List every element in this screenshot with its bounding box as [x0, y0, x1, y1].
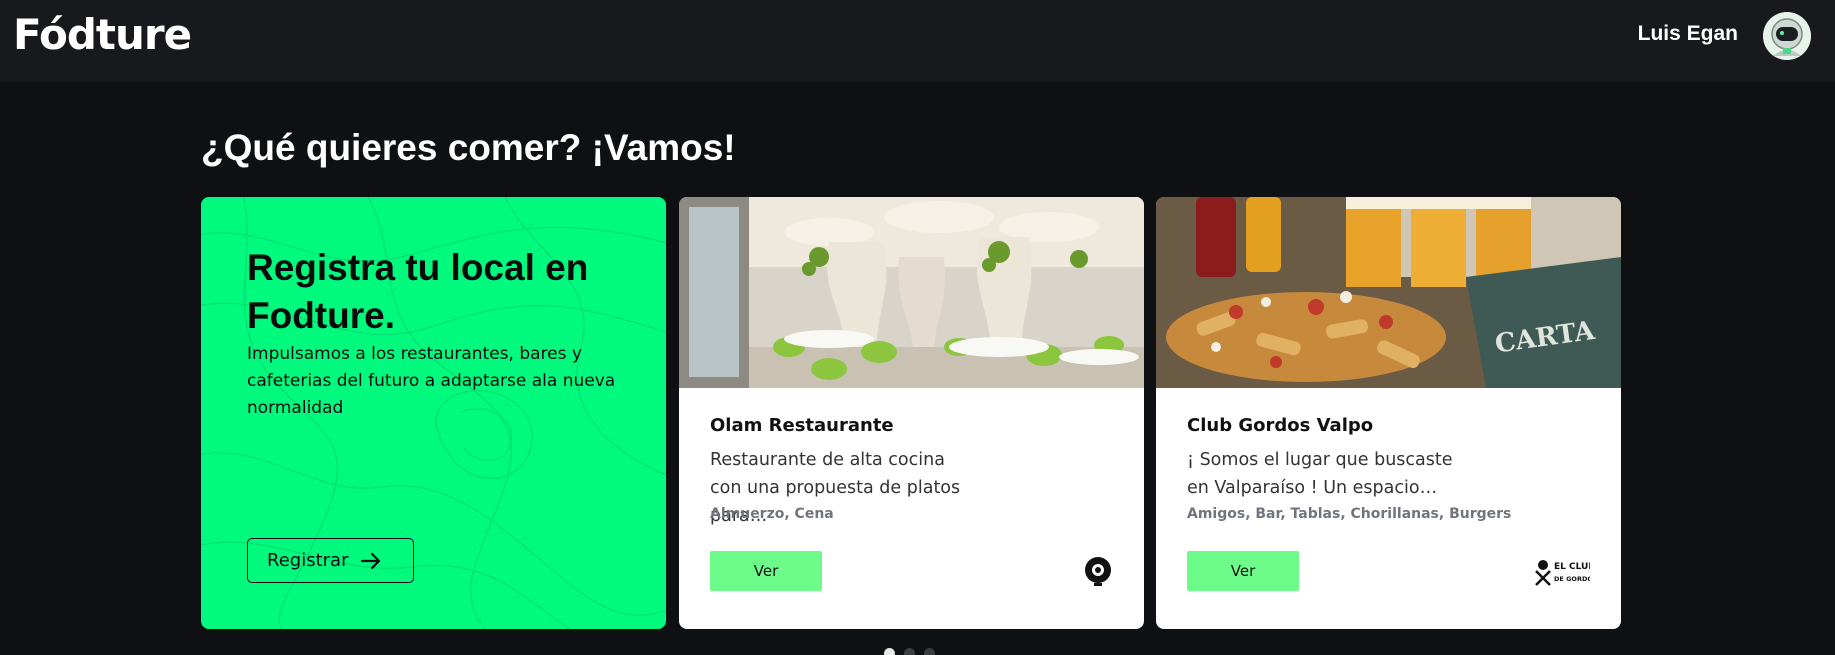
- restaurant-card[interactable]: Olam Restaurante Restaurante de alta coc…: [679, 197, 1144, 629]
- page-heading: ¿Qué quieres comer? ¡Vamos!: [201, 127, 736, 168]
- svg-text:EL CLUB: EL CLUB: [1554, 562, 1590, 572]
- restaurant-name: Olam Restaurante: [710, 415, 894, 436]
- svg-text:DE GORDOS: DE GORDOS: [1554, 575, 1590, 583]
- register-button-label: Registrar: [267, 550, 349, 571]
- view-restaurant-button[interactable]: Ver: [1187, 551, 1299, 591]
- user-avatar[interactable]: [1763, 12, 1811, 60]
- promo-title: Registra tu local en Fodture.: [247, 247, 589, 336]
- carousel-dot[interactable]: [904, 648, 915, 655]
- carousel-pagination: [884, 648, 935, 655]
- register-promo-card: Registra tu local en Fodture. Impulsamos…: [201, 197, 666, 629]
- view-restaurant-button[interactable]: Ver: [710, 551, 822, 591]
- carousel-dot[interactable]: [924, 648, 935, 655]
- arrow-right-icon: [361, 552, 381, 569]
- restaurant-name: Club Gordos Valpo: [1187, 415, 1374, 436]
- top-navigation-bar: Fódture Luis Egan: [0, 0, 1835, 82]
- restaurant-tags: Amigos, Bar, Tablas, Chorillanas, Burger…: [1187, 506, 1512, 522]
- restaurant-photo: [679, 197, 1144, 388]
- restaurant-description: ¡ Somos el lugar que buscaste en Valpara…: [1187, 450, 1453, 498]
- register-button[interactable]: Registrar: [247, 538, 414, 583]
- olam-logo-icon: [1085, 557, 1111, 586]
- fodture-logo[interactable]: Fódture: [13, 10, 192, 59]
- carousel-dot[interactable]: [884, 648, 895, 655]
- restaurant-tags: Almuerzo, Cena: [710, 506, 834, 522]
- restaurant-photo: CARTA: [1156, 197, 1621, 388]
- restaurant-card[interactable]: CARTA Club Gordos Valpo ¡ Somos el lugar…: [1156, 197, 1621, 629]
- astronaut-avatar-icon: [1763, 12, 1811, 60]
- promo-description: Impulsamos a los restaurantes, bares y c…: [247, 344, 616, 418]
- el-club-de-gordos-logo-icon: EL CLUB DE GORDOS: [1535, 560, 1590, 586]
- user-name[interactable]: Luis Egan: [1638, 22, 1738, 46]
